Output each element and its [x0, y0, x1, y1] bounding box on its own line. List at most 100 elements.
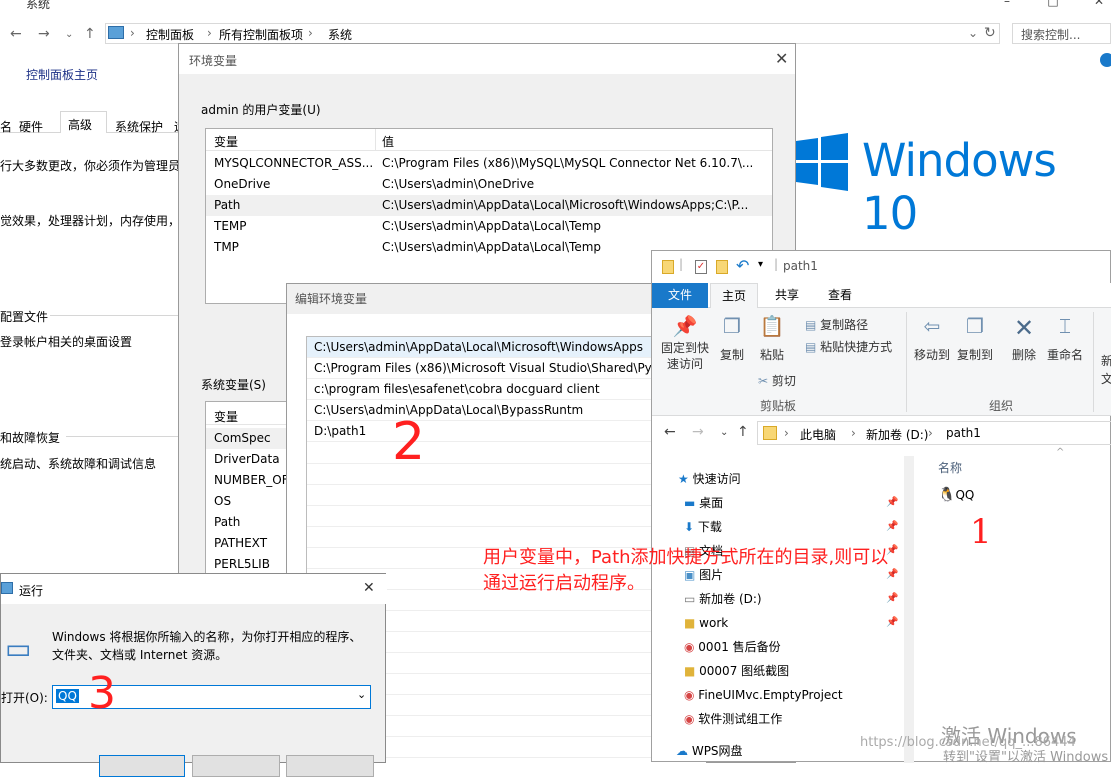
- breadcrumb-drive-d[interactable]: 新加卷 (D:): [866, 426, 928, 443]
- nav-item-test-group[interactable]: ◉ 软件测试组工作: [684, 707, 782, 731]
- new-folder-icon[interactable]: [716, 260, 728, 274]
- up-arrow-icon[interactable]: ↑: [84, 26, 96, 42]
- folder-icon: ■: [684, 664, 700, 678]
- app-icon: ◉: [684, 712, 699, 726]
- folder-icon: [662, 260, 674, 274]
- nav-item-wps-drive[interactable]: ☁ WPS网盘: [676, 739, 743, 763]
- minimize-button[interactable]: –: [1000, 0, 1014, 8]
- new-button[interactable]: 新: [1101, 352, 1111, 369]
- history-chevron-icon[interactable]: ⌄: [65, 29, 73, 40]
- ok-button[interactable]: [99, 755, 185, 777]
- tab-share[interactable]: 共享: [762, 283, 812, 308]
- column-header-value[interactable]: 值: [382, 133, 394, 150]
- nav-item-work[interactable]: ■ work: [684, 611, 728, 635]
- table-row[interactable]: OneDrive C:\Users\admin\OneDrive: [206, 174, 772, 195]
- copy-icon: ❐: [723, 314, 741, 338]
- dialog-title: 运行: [19, 584, 44, 598]
- browse-button[interactable]: [286, 755, 374, 777]
- copy-to-button[interactable]: ❐ 复制到: [955, 314, 995, 363]
- breadcrumb-system[interactable]: 系统: [328, 26, 352, 43]
- tab-advanced[interactable]: 高级: [60, 111, 107, 133]
- back-arrow-icon[interactable]: ←: [664, 424, 676, 440]
- chevron-down-icon[interactable]: ⌄: [357, 688, 366, 701]
- download-icon: ⬇: [684, 520, 698, 534]
- column-header-variable[interactable]: 变量: [214, 408, 238, 425]
- windows-10-wordmark: Windows 10: [862, 134, 1057, 240]
- address-dropdown-icon[interactable]: ⌄: [968, 26, 978, 40]
- forward-arrow-icon[interactable]: →: [38, 26, 50, 42]
- maximize-button[interactable]: □: [1046, 0, 1060, 8]
- breadcrumb-all-items[interactable]: 所有控制面板项: [219, 26, 303, 43]
- nav-item-desktop[interactable]: ▬ 桌面: [684, 491, 723, 515]
- nav-item-00007[interactable]: ■ 00007 图纸截图: [684, 659, 789, 683]
- qat-chevron-icon[interactable]: ▾: [758, 259, 763, 270]
- nav-item-downloads[interactable]: ⬇ 下载: [684, 515, 722, 539]
- user-profiles-desc: 登录帐户相关的桌面设置: [0, 335, 133, 349]
- up-arrow-icon[interactable]: ↑: [737, 424, 749, 440]
- explorer-address-row: ← → ⌄ ↑ › 此电脑 › 新加卷 (D:) › path1: [652, 419, 1111, 449]
- list-item[interactable]: c:\program files\esafenet\cobra docguard…: [307, 379, 706, 400]
- search-input[interactable]: 搜索控制...: [1012, 23, 1111, 44]
- tab-hardware[interactable]: 硬件: [19, 118, 43, 135]
- move-to-button[interactable]: ⇦ 移动到: [912, 314, 952, 363]
- delete-button[interactable]: ✕ 删除: [1004, 314, 1044, 363]
- tab-system-protection[interactable]: 系统保护: [115, 118, 163, 135]
- folder-icon: [763, 426, 777, 440]
- list-item[interactable]: C:\Users\admin\AppData\Local\BypassRuntm: [307, 400, 706, 421]
- nav-scrollbar[interactable]: [904, 456, 914, 763]
- startup-recovery-heading: 和故障恢复: [0, 431, 61, 445]
- control-panel-icon: [108, 26, 124, 39]
- list-item[interactable]: D:\path1: [307, 421, 706, 442]
- cancel-button[interactable]: [192, 755, 280, 777]
- run-program-icon: ▭: [5, 632, 32, 665]
- dialog-title: 编辑环境变量: [295, 292, 368, 306]
- list-item[interactable]: C:\Program Files (x86)\Microsoft Visual …: [307, 358, 706, 379]
- nav-item-fineuimvc[interactable]: ◉ FineUIMvc.EmptyProject: [684, 683, 843, 707]
- explorer-title: path1: [783, 259, 818, 273]
- breadcrumb-this-pc[interactable]: 此电脑: [800, 426, 836, 443]
- nav-item-0001[interactable]: ◉ 0001 售后备份: [684, 635, 781, 659]
- nav-item-quick-access[interactable]: ★ 快速访问: [678, 467, 741, 491]
- forward-arrow-icon[interactable]: →: [692, 424, 704, 440]
- table-row[interactable]: MYSQLCONNECTOR_ASS... C:\Program Files (…: [206, 153, 772, 174]
- column-header-variable[interactable]: 变量: [214, 133, 238, 150]
- control-panel-home-link[interactable]: 控制面板主页: [26, 66, 176, 83]
- close-icon[interactable]: ✕: [363, 580, 375, 596]
- tab-view[interactable]: 查看: [814, 283, 866, 308]
- tab-computer-name[interactable]: 名: [0, 118, 12, 135]
- file-item-qq[interactable]: 🐧QQ: [938, 487, 974, 503]
- startup-recovery-desc: 统启动、系统故障和调试信息: [0, 457, 157, 471]
- address-box[interactable]: › 控制面板 › 所有控制面板项 › 系统 ⌄: [105, 23, 1000, 44]
- scissors-icon: ✂: [758, 374, 772, 388]
- pin-quick-access-button[interactable]: 📌 固定到快速访问: [657, 314, 713, 372]
- user-vars-label: admin 的用户变量(U): [201, 103, 321, 117]
- copy-path-button[interactable]: ▤ 复制路径: [805, 316, 868, 333]
- tab-file[interactable]: 文件: [652, 283, 708, 308]
- organize-group-label: 组织: [989, 399, 1014, 413]
- dialog-title: 环境变量: [189, 54, 238, 68]
- history-chevron-icon[interactable]: ⌄: [720, 427, 728, 438]
- paste-icon: 📋: [759, 314, 785, 338]
- tab-home[interactable]: 主页: [710, 283, 758, 308]
- table-row-selected[interactable]: Path C:\Users\admin\AppData\Local\Micros…: [206, 195, 772, 216]
- explorer-address-box[interactable]: › 此电脑 › 新加卷 (D:) › path1: [757, 421, 1111, 445]
- paste-shortcut-button[interactable]: ▤ 粘贴快捷方式: [805, 338, 892, 355]
- close-icon[interactable]: ✕: [775, 49, 788, 68]
- breadcrumb-path1[interactable]: path1: [946, 426, 981, 440]
- rename-button[interactable]: ⌶ 重命名: [1045, 314, 1085, 363]
- column-header-name[interactable]: 名称: [938, 459, 962, 476]
- back-arrow-icon[interactable]: ←: [10, 26, 22, 42]
- undo-icon[interactable]: ↶: [736, 256, 749, 275]
- help-icon[interactable]: [1100, 53, 1111, 67]
- breadcrumb-control-panel[interactable]: 控制面板: [146, 26, 194, 43]
- refresh-icon[interactable]: ↻: [984, 25, 996, 41]
- copy-button[interactable]: ❐ 复制: [716, 314, 748, 363]
- paste-button[interactable]: 📋 粘贴: [756, 314, 788, 363]
- properties-icon[interactable]: ✓: [695, 260, 707, 274]
- new-button-cont[interactable]: 文: [1101, 370, 1111, 387]
- close-button[interactable]: ✕: [1092, 0, 1106, 8]
- annotation-mark-2: 2: [392, 412, 426, 472]
- cut-button[interactable]: ✂ 剪切: [758, 372, 796, 389]
- list-item[interactable]: C:\Users\admin\AppData\Local\Microsoft\W…: [307, 337, 706, 358]
- table-row[interactable]: TEMP C:\Users\admin\AppData\Local\Temp: [206, 216, 772, 237]
